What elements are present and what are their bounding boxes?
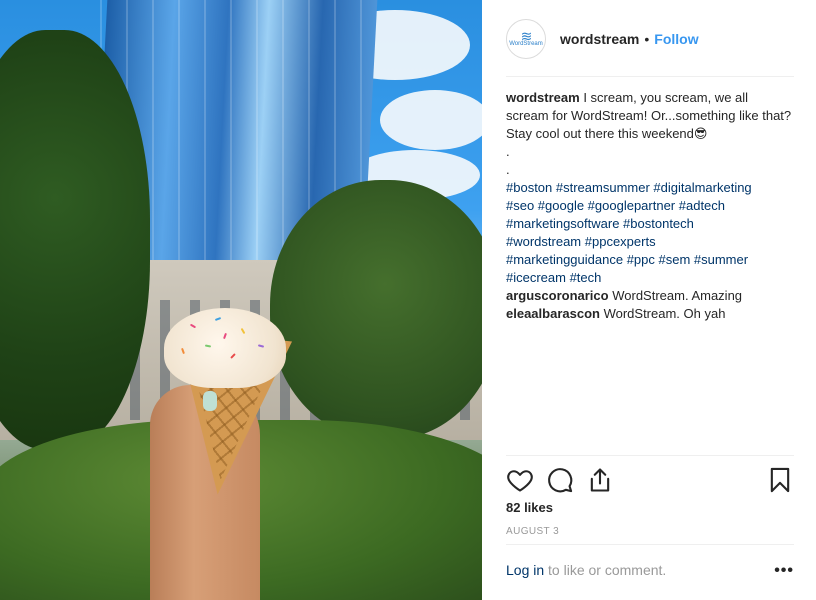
caption-dot: .	[506, 144, 510, 159]
follow-button[interactable]: Follow	[654, 31, 698, 47]
divider	[506, 455, 794, 456]
action-bar	[504, 466, 794, 494]
hashtags-line[interactable]: #seo #google #googlepartner #adtech	[506, 197, 794, 215]
share-icon[interactable]	[586, 466, 614, 494]
cloud	[380, 90, 482, 150]
post-panel: ≋ WordStream wordstream • Follow wordstr…	[482, 0, 816, 600]
hashtags-line[interactable]: #icecream #tech	[506, 269, 794, 287]
separator-dot: •	[644, 31, 650, 47]
comments-section: wordstream I scream, you scream, we all …	[506, 89, 794, 323]
tree	[270, 180, 482, 440]
post-date: AUGUST 3	[506, 526, 560, 537]
comment: arguscoronarico WordStream. Amazing	[506, 287, 794, 305]
comment-footer: Log in to like or comment. •••	[506, 562, 794, 582]
caption-dot: .	[506, 162, 510, 177]
hashtags-line[interactable]: #marketingsoftware #bostontech	[506, 215, 794, 233]
fingernail	[203, 391, 217, 411]
divider	[506, 544, 794, 545]
post-header: ≋ WordStream wordstream • Follow	[506, 18, 796, 60]
likes-count[interactable]: 82 likes	[506, 500, 553, 515]
username-link[interactable]: wordstream	[560, 31, 639, 47]
comment-username[interactable]: arguscoronarico	[506, 288, 609, 303]
login-prompt-text: to like or comment.	[544, 562, 667, 578]
hashtags-line[interactable]: #wordstream #ppcexperts	[506, 233, 794, 251]
comment: eleaalbarascon WordStream. Oh yah	[506, 305, 794, 323]
comment-username[interactable]: eleaalbarascon	[506, 306, 600, 321]
hashtags-line[interactable]: #boston #streamsummer #digitalmarketing	[506, 179, 794, 197]
login-link[interactable]: Log in	[506, 562, 544, 578]
avatar-brand: WordStream	[509, 41, 543, 47]
divider	[506, 76, 794, 77]
heart-icon[interactable]	[506, 466, 534, 494]
comment-text: WordStream. Oh yah	[603, 306, 726, 321]
tree	[0, 30, 150, 450]
caption-username[interactable]: wordstream	[506, 90, 580, 105]
comment-text: WordStream. Amazing	[612, 288, 743, 303]
hashtags-line[interactable]: #marketingguidance #ppc #sem #summer	[506, 251, 794, 269]
more-options-icon[interactable]: •••	[774, 562, 794, 580]
avatar[interactable]: ≋ WordStream	[506, 19, 546, 59]
bookmark-icon[interactable]	[766, 466, 794, 494]
caption: wordstream I scream, you scream, we all …	[506, 89, 794, 143]
comment-icon[interactable]	[546, 466, 574, 494]
wordstream-logo-icon: ≋	[520, 28, 533, 44]
post-photo	[0, 0, 482, 600]
